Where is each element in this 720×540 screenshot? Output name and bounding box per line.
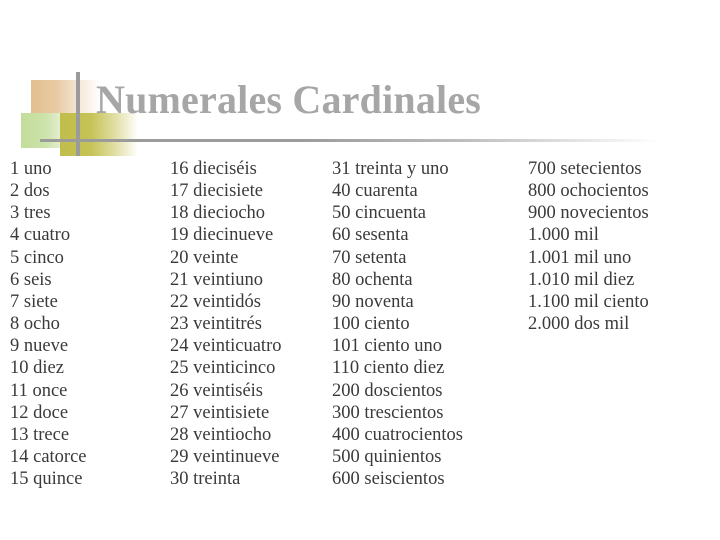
numeral-entry: 20 veinte [170, 247, 239, 268]
numeral-entry: 7 siete [10, 291, 58, 312]
numeral-entry: 9 nueve [10, 336, 69, 357]
numeral-entry: 2.000 dos mil [528, 314, 630, 335]
numeral-entry: 6 seis [10, 269, 52, 290]
numeral-entry: 600 seiscientos [332, 469, 445, 490]
numeral-entry: 2 dos [10, 181, 50, 202]
numeral-entry: 31 treinta y uno [332, 159, 449, 179]
numeral-entry: 30 treinta [170, 469, 241, 490]
numeral-entry: 23 veintitrés [170, 314, 262, 335]
page-title: Numerales Cardinales [96, 77, 482, 122]
numeral-entry: 900 novecientos [528, 203, 649, 224]
numeral-entry: 14 catorce [10, 447, 87, 468]
numeral-entry: 60 sesenta [332, 225, 409, 246]
numeral-entry: 800 ochocientos [528, 181, 649, 202]
numeral-entry: 11 once [10, 380, 68, 401]
numeral-entry: 3 tres [10, 203, 51, 224]
numeral-entry: 13 trece [10, 424, 70, 445]
numeral-column-4: 700 setecientos 800 ochocientos 900 noveci… [528, 158, 718, 335]
numeral-entry: 1.001 mil uno [528, 247, 632, 268]
decorative-horizontal-rule [40, 139, 660, 142]
numeral-entry: 16 dieciséis [170, 159, 257, 179]
numeral-entry: 15 quince [10, 469, 83, 490]
numeral-entry: 400 cuatrocientos [332, 424, 463, 445]
numeral-entry: 40 cuarenta [332, 181, 418, 202]
numeral-entry: 8 ocho [10, 314, 60, 335]
numeral-entry: 5 cinco [10, 247, 64, 268]
numeral-entry: 50 cincuenta [332, 203, 426, 224]
numeral-entry: 18 dieciocho [170, 203, 266, 224]
numeral-entry: 70 setenta [332, 247, 407, 268]
numeral-entry: 300 trescientos [332, 402, 444, 423]
numeral-entry: 1.010 mil diez [528, 269, 635, 290]
numeral-entry: 12 doce [10, 402, 69, 423]
numeral-entry: 17 diecisiete [170, 181, 263, 202]
decorative-green-block [21, 113, 77, 148]
numeral-entry: 21 veintiuno [170, 269, 264, 290]
numeral-entry: 200 doscientos [332, 380, 443, 401]
numeral-entry: 1.100 mil ciento [528, 291, 649, 312]
numeral-entry: 101 ciento uno [332, 336, 442, 357]
numeral-entry: 27 veintisiete [170, 402, 270, 423]
numeral-column-2: 16 dieciséis 17 diecisiete 18 dieciocho 19 … [170, 158, 328, 490]
numeral-entry: 80 ochenta [332, 269, 413, 290]
numeral-entry: 26 veintiséis [170, 380, 264, 401]
numeral-entry: 22 veintidós [170, 291, 261, 312]
numeral-entry: 500 quinientos [332, 447, 442, 468]
numeral-list: 1 uno 2 dos 3 tres 4 cuatro 5 cinco 6 seis 7 s… [0, 158, 720, 498]
decorative-vertical-rule [76, 72, 80, 156]
numeral-column-3: 31 treinta y uno 40 cuarenta 50 cincuenta 6… [332, 158, 524, 490]
numeral-entry: 100 ciento [332, 314, 410, 335]
numeral-entry: 1.000 mil [528, 225, 599, 246]
numeral-entry: 4 cuatro [10, 225, 71, 246]
numeral-entry: 110 ciento diez [332, 358, 445, 379]
numeral-entry: 90 noventa [332, 291, 414, 312]
numeral-entry: 29 veintinueve [170, 447, 280, 468]
numeral-entry: 28 veintiocho [170, 424, 272, 445]
numeral-entry: 24 veinticuatro [170, 336, 282, 357]
numeral-column-1: 1 uno 2 dos 3 tres 4 cuatro 5 cinco 6 seis 7 s… [10, 158, 166, 490]
numeral-entry: 1 uno [10, 159, 52, 179]
numeral-entry: 700 setecientos [528, 159, 642, 179]
numeral-entry: 19 diecinueve [170, 225, 274, 246]
decorative-tan-block [31, 80, 101, 116]
numeral-entry: 10 diez [10, 358, 64, 379]
numeral-entry: 25 veinticinco [170, 358, 276, 379]
